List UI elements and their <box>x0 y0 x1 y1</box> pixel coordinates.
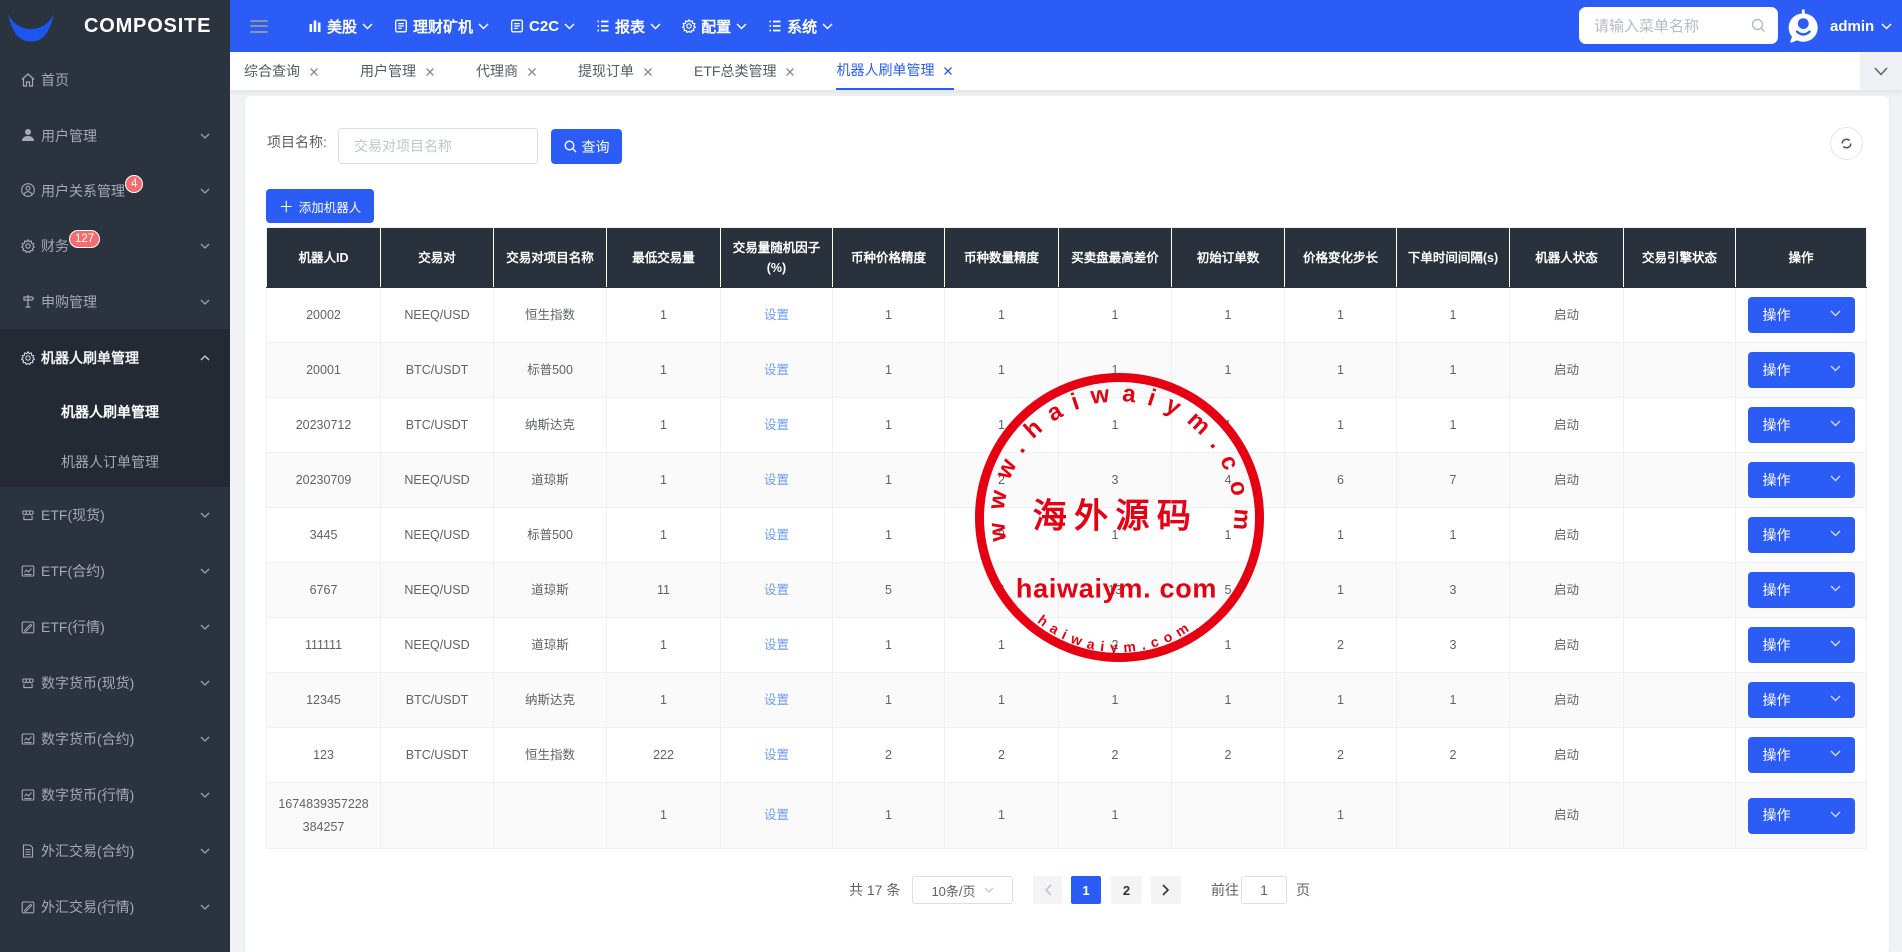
svg-text:海外源码: 海外源码 <box>1033 498 1199 536</box>
svg-text:haiwaiym. com: haiwaiym. com <box>1016 574 1217 604</box>
